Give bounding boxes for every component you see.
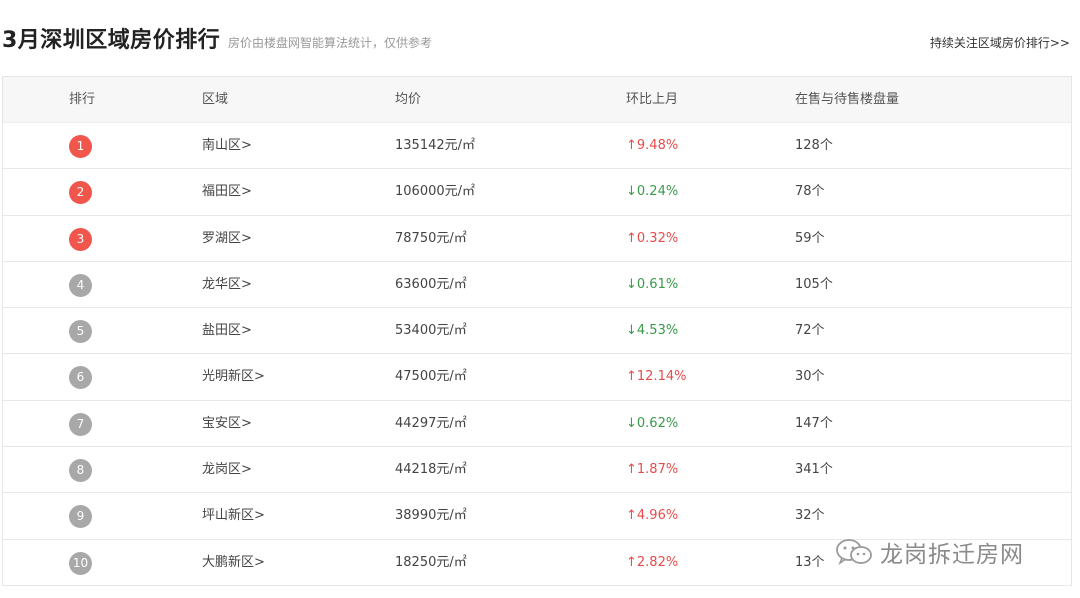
area-link[interactable]: 坪山新区> — [202, 493, 265, 539]
month-change: ↓0.62% — [626, 415, 679, 431]
table-row: 3 罗湖区> 78750元/㎡ ↑0.32% 59个 — [3, 215, 1071, 262]
month-change: ↓4.53% — [626, 323, 679, 339]
table-row: 1 南山区> 135142元/㎡ ↑9.48% 128个 — [3, 123, 1071, 170]
month-change: ↑0.32% — [626, 230, 679, 246]
rank-badge: 3 — [69, 227, 92, 251]
area-link[interactable]: 龙华区> — [202, 262, 252, 308]
listing-count: 30个 — [795, 369, 825, 385]
watermark: 龙岗拆迁房网 — [834, 535, 1024, 569]
month-change: ↑12.14% — [626, 369, 687, 385]
average-price: 47500元/㎡ — [395, 369, 467, 385]
table-row: 6 光明新区> 47500元/㎡ ↑12.14% 30个 — [3, 354, 1071, 401]
rank-badge: 7 — [69, 412, 92, 436]
table-header: 排行 区域 均价 环比上月 在售与待售楼盘量 — [3, 77, 1071, 123]
average-price: 38990元/㎡ — [395, 508, 467, 524]
column-header-area: 区域 — [202, 92, 229, 107]
listing-count: 128个 — [795, 138, 833, 153]
page-subtitle: 房价由楼盘网智能算法统计，仅供参考 — [228, 36, 433, 50]
area-link[interactable]: 光明新区> — [202, 354, 265, 400]
month-change: ↑1.87% — [626, 462, 679, 478]
month-change: ↑4.96% — [626, 508, 679, 524]
area-link[interactable]: 罗湖区> — [202, 216, 252, 262]
table-row: 7 宝安区> 44297元/㎡ ↓0.62% 147个 — [3, 400, 1071, 448]
rank-badge: 1 — [69, 135, 92, 158]
follow-ranking-link[interactable]: 持续关注区域房价排行>> — [930, 35, 1070, 51]
table-row: 9 坪山新区> 38990元/㎡ ↑4.96% 32个 — [3, 493, 1071, 540]
rank-badge: 6 — [69, 366, 92, 390]
watermark-text: 龙岗拆迁房网 — [880, 542, 1024, 568]
area-link[interactable]: 福田区> — [202, 169, 252, 215]
month-change: ↓0.61% — [626, 276, 679, 292]
month-change: ↑2.82% — [626, 554, 679, 570]
page-title: 3月深圳区域房价排行 — [2, 28, 221, 53]
average-price: 44297元/㎡ — [395, 415, 467, 431]
listing-count: 78个 — [795, 184, 825, 200]
table-row: 2 福田区> 106000元/㎡ ↓0.24% 78个 — [3, 169, 1071, 216]
wechat-icon — [836, 539, 872, 566]
average-price: 18250元/㎡ — [395, 554, 467, 570]
rank-badge: 10 — [69, 551, 92, 575]
listing-count: 72个 — [795, 323, 825, 339]
column-header-price: 均价 — [395, 92, 422, 107]
rank-badge: 9 — [69, 505, 92, 529]
page-header: 3月深圳区域房价排行 房价由楼盘网智能算法统计，仅供参考 持续关注区域房价排行>… — [0, 0, 1080, 78]
ranking-table: 排行 区域 均价 环比上月 在售与待售楼盘量 1 南山区> 135142元/㎡ … — [2, 76, 1072, 586]
average-price: 106000元/㎡ — [395, 184, 476, 200]
table-row: 5 盐田区> 53400元/㎡ ↓4.53% 72个 — [3, 308, 1071, 355]
month-change: ↓0.24% — [626, 184, 679, 200]
rank-badge: 5 — [69, 320, 92, 344]
rank-badge: 2 — [69, 181, 92, 205]
table-row: 8 龙岗区> 44218元/㎡ ↑1.87% 341个 — [3, 447, 1071, 494]
rank-badge: 4 — [69, 273, 92, 297]
average-price: 135142元/㎡ — [395, 138, 476, 153]
average-price: 78750元/㎡ — [395, 230, 467, 246]
listing-count: 59个 — [795, 230, 825, 246]
listing-count: 105个 — [795, 276, 833, 292]
listing-count: 13个 — [795, 554, 825, 570]
area-link[interactable]: 大鹏新区> — [202, 540, 265, 586]
average-price: 53400元/㎡ — [395, 323, 467, 339]
area-link[interactable]: 南山区> — [202, 123, 252, 169]
listing-count: 341个 — [795, 462, 833, 478]
column-header-change: 环比上月 — [626, 92, 679, 107]
rank-badge: 8 — [69, 459, 92, 483]
column-header-rank: 排行 — [69, 92, 96, 107]
average-price: 44218元/㎡ — [395, 462, 467, 478]
column-header-listings: 在售与待售楼盘量 — [795, 92, 900, 107]
area-link[interactable]: 盐田区> — [202, 308, 252, 354]
table-row: 4 龙华区> 63600元/㎡ ↓0.61% 105个 — [3, 261, 1071, 309]
area-link[interactable]: 宝安区> — [202, 401, 252, 447]
area-link[interactable]: 龙岗区> — [202, 447, 252, 493]
average-price: 63600元/㎡ — [395, 276, 467, 292]
listing-count: 32个 — [795, 508, 825, 524]
listing-count: 147个 — [795, 415, 833, 431]
month-change: ↑9.48% — [626, 138, 679, 153]
